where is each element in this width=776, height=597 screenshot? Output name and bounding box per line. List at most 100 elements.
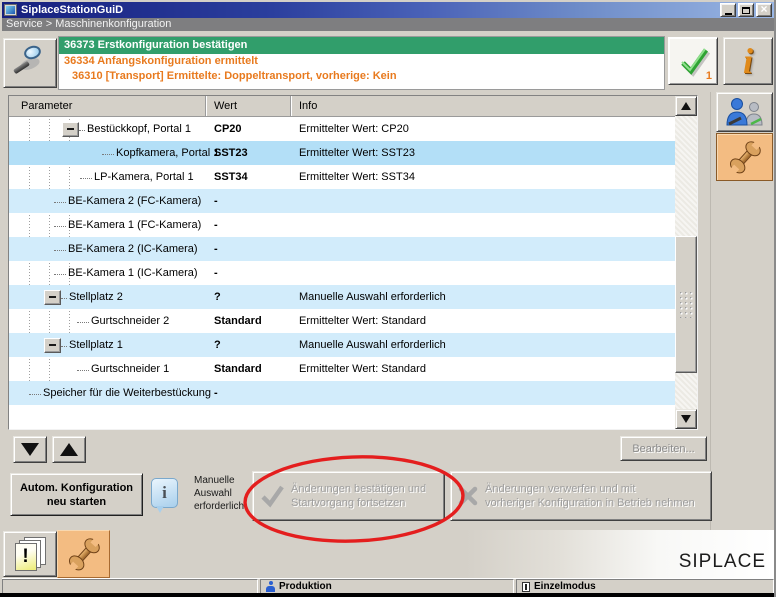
move-up-button[interactable] (52, 436, 86, 463)
status-empty (2, 579, 258, 594)
wert-cell: - (206, 189, 291, 213)
close-button[interactable] (756, 3, 772, 17)
table-row[interactable]: LP-Kamera, Portal 1 SST34 Ermittelter We… (9, 165, 675, 189)
gray-x-icon (457, 485, 479, 507)
info-icon: i (743, 43, 753, 79)
table-row[interactable]: BE-Kamera 1 (FC-Kamera) - (9, 213, 675, 237)
discard-changes-button[interactable]: Änderungen verwerfen und mit vorheriger … (450, 471, 712, 521)
info-cell: Ermittelter Wert: CP20 (291, 117, 675, 141)
message-panel: 36373 Erstkonfiguration bestätigen 36334… (58, 36, 665, 90)
info-cell: Ermittelter Wert: SST23 (291, 141, 675, 165)
detail-message: 36310 [Transport] Ermittelte: Doppeltran… (59, 69, 664, 84)
bottom-tab-strip (2, 530, 774, 578)
table-row[interactable]: Bestückkopf, Portal 1 CP20 Ermittelter W… (9, 117, 675, 141)
table-row[interactable]: BE-Kamera 2 (FC-Kamera) - (9, 189, 675, 213)
table-row[interactable]: Gurtschneider 1 Standard Ermittelter Wer… (9, 357, 675, 381)
table-row[interactable]: Gurtschneider 2 Standard Ermittelter Wer… (9, 309, 675, 333)
scrollbar-down-button[interactable] (675, 409, 697, 429)
wert-cell: SST34 (206, 165, 291, 189)
down-arrow-icon (681, 415, 691, 423)
wert-cell: - (206, 381, 291, 405)
info-cell: Manuelle Auswahl erforderlich (291, 285, 675, 309)
up-arrow-icon (681, 102, 691, 110)
param-cell: Stellplatz 1 (9, 333, 206, 357)
collapse-toggle[interactable] (44, 338, 61, 353)
param-cell: BE-Kamera 2 (IC-Kamera) (9, 237, 206, 261)
table-row[interactable]: Stellplatz 2 ? Manuelle Auswahl erforder… (9, 285, 675, 309)
users-button[interactable] (716, 92, 773, 132)
wert-cell: Standard (206, 309, 291, 333)
messages-tab[interactable] (3, 531, 57, 577)
wert-cell: - (206, 213, 291, 237)
up-arrow-icon (60, 443, 78, 456)
window-bottom-edge (0, 593, 776, 597)
table-header: Parameter Wert Info (9, 96, 675, 117)
status-bar: Produktion Einzelmodus (2, 578, 774, 593)
brand-logo: SIPLACE (679, 551, 766, 573)
collapse-toggle[interactable] (44, 290, 61, 305)
service-tab-selected[interactable] (57, 530, 110, 578)
table-body: Bestückkopf, Portal 1 CP20 Ermittelter W… (9, 117, 675, 405)
window-title: SiplaceStationGuiD (21, 4, 123, 16)
collapse-toggle[interactable] (62, 122, 79, 137)
maximize-button[interactable] (738, 3, 754, 17)
table-row[interactable]: BE-Kamera 1 (IC-Kamera) - (9, 261, 675, 285)
info-cell: Manuelle Auswahl erforderlich (291, 333, 675, 357)
machine-config-tab[interactable] (716, 133, 773, 181)
wrench-icon (720, 132, 769, 182)
confirm-changes-button[interactable]: Änderungen bestätigen und Startvorgang f… (252, 471, 445, 521)
note-text: Manuelle Auswahl erforderlich (194, 474, 258, 513)
table-row[interactable]: Stellplatz 1 ? Manuelle Auswahl erforder… (9, 333, 675, 357)
module-icon (522, 582, 530, 592)
grip-dots-icon (680, 292, 693, 318)
restart-autoconfig-button[interactable]: Autom. Konfiguration neu starten (10, 473, 143, 516)
users-tools-icon (724, 97, 766, 127)
param-cell: BE-Kamera 1 (IC-Kamera) (9, 261, 206, 285)
message-count-badge: 1 (706, 70, 712, 82)
param-cell: Bestückkopf, Portal 1 (9, 117, 206, 141)
title-bar: SiplaceStationGuiD (2, 2, 774, 18)
param-cell: Gurtschneider 2 (9, 309, 206, 333)
column-header-info: Info (291, 96, 675, 116)
status-single-mode: Einzelmodus (516, 579, 774, 594)
app-icon (4, 4, 17, 16)
secondary-message: 36334 Anfangskonfiguration ermittelt (59, 54, 664, 69)
wert-cell: CP20 (206, 117, 291, 141)
wrench-icon (59, 529, 108, 579)
wert-cell: SST23 (206, 141, 291, 165)
status-production: Produktion (260, 579, 514, 594)
edit-button[interactable]: Bearbeiten... (620, 436, 707, 461)
move-down-button[interactable] (13, 436, 47, 463)
gray-check-icon (259, 484, 285, 508)
magnifier-icon (12, 45, 48, 81)
wert-cell: ? (206, 333, 291, 357)
maximize-icon (742, 7, 750, 14)
info-cell: Ermittelter Wert: SST34 (291, 165, 675, 189)
confirm-messages-button[interactable]: 1 (668, 37, 718, 85)
vertical-scrollbar[interactable] (675, 96, 697, 429)
info-cell: Ermittelter Wert: Standard (291, 357, 675, 381)
sidebar-separator (710, 92, 711, 530)
param-cell: Stellplatz 2 (9, 285, 206, 309)
zoom-messages-button[interactable] (3, 38, 57, 88)
scrollbar-up-button[interactable] (675, 96, 697, 116)
breadcrumb: Service > Maschinenkonfiguration (2, 18, 774, 31)
table-row-selected[interactable]: Kopfkamera, Portal 1 SST23 Ermittelter W… (9, 141, 675, 165)
person-icon (266, 581, 275, 592)
info-button[interactable]: i (723, 37, 773, 85)
table-row[interactable]: BE-Kamera 2 (IC-Kamera) - (9, 237, 675, 261)
close-icon (760, 4, 767, 16)
param-cell: BE-Kamera 2 (FC-Kamera) (9, 189, 206, 213)
wert-cell: ? (206, 285, 291, 309)
info-cell (291, 261, 675, 285)
minimize-icon (725, 13, 732, 15)
minimize-button[interactable] (720, 3, 736, 17)
messages-pages-icon (15, 537, 46, 572)
primary-message: 36373 Erstkonfiguration bestätigen (59, 37, 664, 54)
table-row[interactable]: Speicher für die Weiterbestückung - (9, 381, 675, 405)
info-cell (291, 381, 675, 405)
column-header-parameter: Parameter (9, 96, 206, 116)
scrollbar-thumb[interactable] (675, 236, 697, 373)
down-arrow-icon (21, 443, 39, 456)
info-cell (291, 213, 675, 237)
